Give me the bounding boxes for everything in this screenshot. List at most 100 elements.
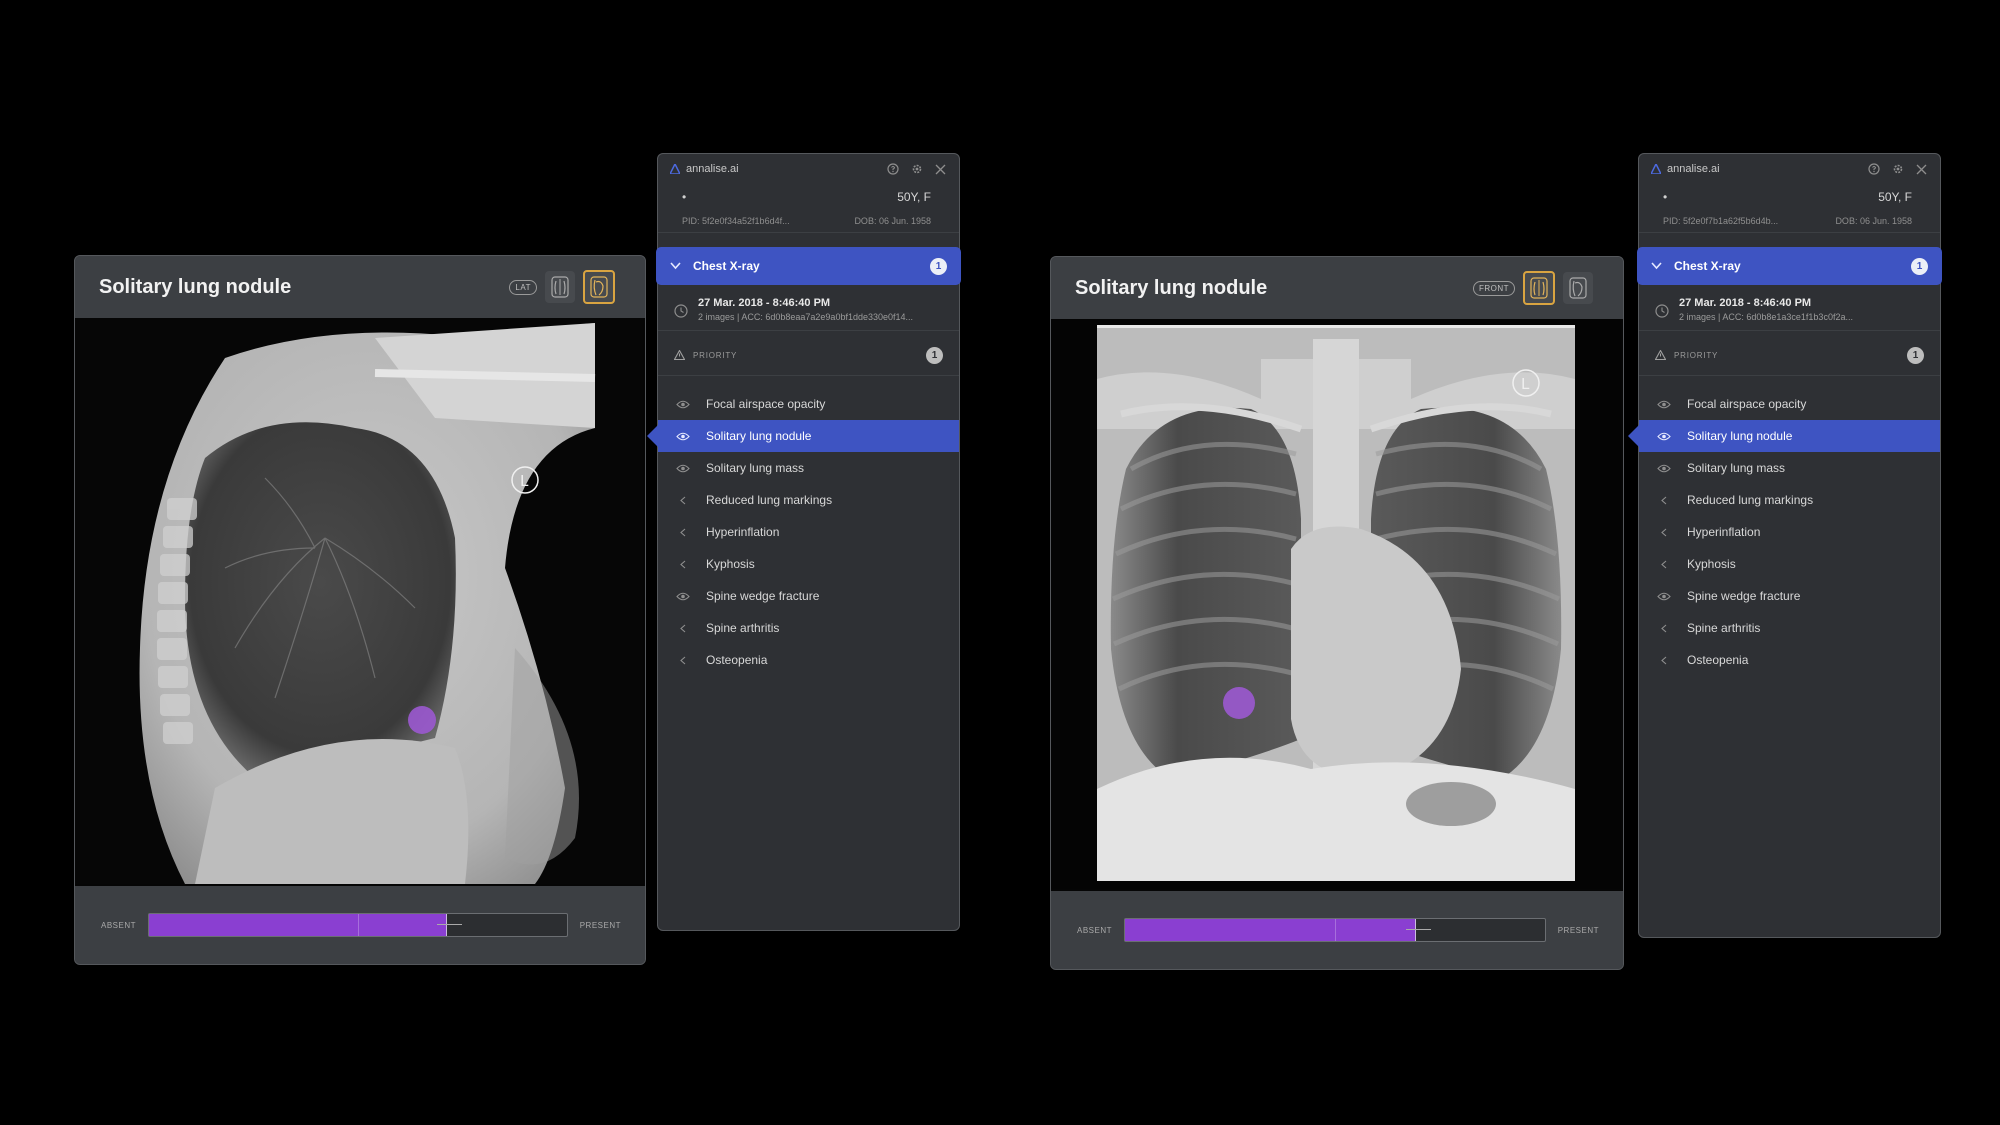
help-icon[interactable] [886,163,899,176]
brand-name: annalise.ai [686,163,739,175]
eye-icon[interactable] [1655,429,1673,443]
series-row[interactable]: 27 Mar. 2018 - 8:46:40 PM 2 images | ACC… [1639,285,1940,331]
eye-icon[interactable] [674,429,692,443]
chevron-icon [1655,653,1673,667]
finding-item-selected[interactable]: Solitary lung nodule [647,420,959,452]
priority-label: PRIORITY [1674,350,1719,360]
absent-label: ABSENT [101,920,137,930]
study-count-badge: 1 [1911,257,1928,275]
finding-item[interactable]: Spine wedge fracture [1639,580,1940,612]
finding-item[interactable]: Solitary lung mass [1639,452,1940,484]
series-row[interactable]: 27 Mar. 2018 - 8:46:40 PM 2 images | ACC… [658,285,959,331]
finding-label: Reduced lung markings [706,493,833,507]
finding-label: Spine wedge fracture [1687,589,1801,603]
xray-image-lateral[interactable]: L [75,318,645,886]
finding-label: Spine wedge fracture [706,589,820,603]
svg-text:L: L [1521,375,1530,393]
close-icon[interactable] [934,163,947,176]
finding-item[interactable]: Solitary lung mass [658,452,959,484]
lateral-view-button[interactable] [1563,272,1593,304]
finding-item[interactable]: Focal airspace opacity [1639,388,1940,420]
annalise-logo-icon [1651,164,1661,174]
findings-panel-right: annalise.ai • 50Y, F PID: 5f2e0f7b1a62f5… [1628,153,1942,938]
confidence-whisker [1406,929,1432,930]
finding-item[interactable]: Focal airspace opacity [658,388,959,420]
eye-icon[interactable] [674,461,692,475]
chevron-down-icon [670,259,681,273]
annalise-logo-icon [670,164,680,174]
close-icon[interactable] [1915,163,1928,176]
brand-name: annalise.ai [1667,163,1720,175]
finding-item-selected[interactable]: Solitary lung nodule [1628,420,1940,452]
frontal-chest-icon [1530,277,1548,299]
finding-item[interactable]: Spine arthritis [1639,612,1940,644]
absent-label: ABSENT [1077,925,1113,935]
finding-item[interactable]: Hyperinflation [1639,516,1940,548]
eye-icon[interactable] [1655,461,1673,475]
finding-label: Solitary lung nodule [1687,429,1793,443]
finding-title: Solitary lung nodule [99,275,292,298]
eye-icon[interactable] [1655,397,1673,411]
frontal-view-button[interactable] [1523,271,1555,305]
series-info: 2 images | ACC: 6d0b8eaa7a2e9a0bf1dde330… [698,312,914,322]
present-label: PRESENT [579,920,621,930]
eye-icon[interactable] [674,589,692,603]
brand: annalise.ai [1651,163,1867,175]
chevron-icon [674,621,692,635]
chevron-icon [1655,621,1673,635]
chevron-icon [674,653,692,667]
finding-item[interactable]: Spine wedge fracture [658,580,959,612]
finding-label: Osteopenia [706,653,768,667]
confidence-marker [445,914,447,936]
patient-name: • [682,190,687,204]
finding-item[interactable]: Kyphosis [658,548,959,580]
help-icon[interactable] [1867,163,1880,176]
finding-label: Spine arthritis [1687,621,1761,635]
gear-icon[interactable] [910,163,923,176]
patient-meta: PID: 5f2e0f34a52f1b6d4f... DOB: 06 Jun. … [658,210,959,233]
confidence-track [1124,918,1546,942]
patient-id: PID: 5f2e0f34a52f1b6d4f... [682,216,790,226]
finding-item[interactable]: Reduced lung markings [658,484,959,516]
finding-label: Focal airspace opacity [706,397,826,411]
viewer-header: Solitary lung nodule LAT [75,256,645,318]
patient-dob: DOB: 06 Jun. 1958 [1835,216,1912,226]
priority-count-badge: 1 [1907,346,1924,364]
priority-row[interactable]: PRIORITY 1 [1639,335,1940,376]
findings-list: Focal airspace opacity Solitary lung nod… [1628,388,1940,676]
confidence-bar-area: ABSENT PRESENT [1051,891,1623,969]
panel-top-bar: annalise.ai [1639,154,1940,184]
panel-window-icons [886,163,947,176]
eye-icon[interactable] [674,397,692,411]
confidence-bar-area: ABSENT PRESENT [75,886,645,964]
chevron-icon [1655,557,1673,571]
finding-label: Spine arthritis [706,621,780,635]
finding-item[interactable]: Osteopenia [658,644,959,676]
present-label: PRESENT [1557,925,1599,935]
chevron-icon [674,557,692,571]
lateral-view-button[interactable] [583,270,615,304]
finding-item[interactable]: Reduced lung markings [1639,484,1940,516]
nodule-overlay [1223,687,1255,719]
priority-row[interactable]: PRIORITY 1 [658,335,959,376]
study-title: Chest X-ray [693,259,760,273]
eye-icon[interactable] [1655,589,1673,603]
lateral-chest-icon [590,276,608,298]
warning-icon [674,350,685,360]
finding-item[interactable]: Hyperinflation [658,516,959,548]
finding-item[interactable]: Spine arthritis [658,612,959,644]
finding-label: Solitary lung nodule [706,429,812,443]
gear-icon[interactable] [1891,163,1904,176]
xray-image-frontal[interactable]: L [1051,319,1623,891]
finding-label: Kyphosis [1687,557,1736,571]
finding-item[interactable]: Kyphosis [1639,548,1940,580]
study-header-chest-xray[interactable]: Chest X-ray 1 [656,247,961,285]
study-title: Chest X-ray [1674,259,1741,273]
lateral-chest-icon [1569,277,1587,299]
study-header-chest-xray[interactable]: Chest X-ray 1 [1637,247,1942,285]
confidence-track [148,913,568,937]
patient-name: • [1663,190,1668,204]
frontal-view-button[interactable] [545,271,575,303]
finding-item[interactable]: Osteopenia [1639,644,1940,676]
confidence-midpoint [357,914,359,936]
